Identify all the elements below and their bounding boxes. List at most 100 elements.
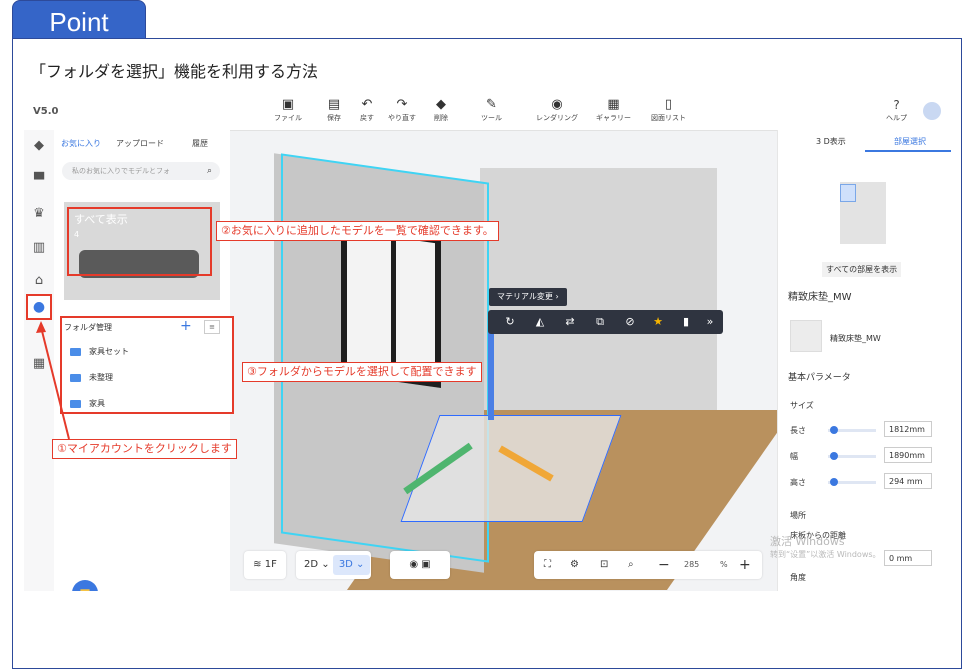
tab-room-select[interactable]: 部屋選択 [894, 136, 926, 147]
folder-menu-icon[interactable]: ≡ [204, 320, 220, 334]
furniture-icon[interactable]: ▀ [30, 173, 48, 189]
product-name: 精致床垫_MW [830, 334, 881, 343]
length-label: 長さ [790, 426, 806, 435]
folder-item[interactable]: 家具セット [70, 346, 129, 357]
fit-icon[interactable]: ⛶ [544, 551, 551, 579]
floor-plan-icon[interactable]: ◆ [30, 138, 48, 154]
product-thumbnail [790, 320, 822, 352]
size-header[interactable]: サイズ [790, 400, 814, 411]
tool-button[interactable]: ✎ ツール [481, 97, 502, 123]
gallery-icon: ▦ [607, 97, 620, 112]
width-label: 幅 [790, 452, 798, 461]
annotation-account: ①マイアカウントをクリックします [52, 439, 237, 459]
width-slider[interactable] [828, 452, 876, 460]
search-input[interactable]: 私のお気に入りでモデルとフォ ⌕ [62, 162, 220, 180]
save-button[interactable]: ▤ 保存 [327, 97, 341, 123]
document-icon: ▯ [664, 97, 673, 112]
mini-floorplan[interactable] [840, 182, 886, 244]
tab-history[interactable]: 履歴 [192, 138, 208, 149]
material-change-button[interactable]: マテリアル変更 › [489, 288, 567, 306]
focus-icon[interactable]: ⊡ [600, 551, 608, 579]
window-mullion [391, 237, 396, 378]
length-slider[interactable] [828, 426, 876, 434]
help-icon: ? [893, 98, 900, 112]
help-button[interactable]: ? ヘルプ [886, 97, 907, 123]
favorite-star-icon[interactable]: ★ [650, 314, 666, 330]
basic-params-header[interactable]: 基本パラメータ [788, 370, 851, 383]
active-tab-underline [865, 150, 951, 152]
height-slider[interactable] [828, 478, 876, 486]
copy-icon[interactable]: ⧉ [592, 314, 608, 330]
user-avatar[interactable] [923, 102, 941, 120]
view-mode-toggle[interactable]: 2D ⌄ 3D ⌄ [296, 551, 371, 579]
folder-icon [70, 373, 81, 382]
more-icon[interactable]: » [702, 314, 718, 330]
mirror-icon[interactable]: ◭ [532, 314, 548, 330]
folder-item[interactable]: 未整理 [70, 372, 113, 383]
annotation-favorites: ②お気に入りに追加したモデルを一覧で確認できます。 [216, 221, 499, 241]
wrench-icon: ✎ [486, 97, 497, 112]
folder-item[interactable]: 家具 [70, 398, 105, 409]
rotate-icon[interactable]: ↻ [502, 314, 518, 330]
render-button[interactable]: ◉ レンダリング [536, 97, 578, 123]
y-axis-gizmo[interactable] [488, 330, 494, 420]
top-toolbar: V5.0 ▣ ファイル ▤ 保存 ↶ 戻す ↷ やり直す ◆ 削除 ✎ ツール ◉ レンダリン… [24, 93, 951, 131]
selected-room[interactable] [840, 184, 856, 202]
house-icon[interactable]: ⌂ [30, 273, 48, 289]
decor-icon[interactable]: ♛ [30, 206, 48, 222]
3d-mode-button[interactable]: 3D ⌄ [332, 555, 371, 575]
tab-3d-view[interactable]: 3 D表示 [816, 136, 846, 147]
floor-selector[interactable]: ≋ 1F [244, 551, 286, 579]
zoom-in-button[interactable]: + [739, 551, 751, 579]
settings-icon[interactable]: ⚙ [570, 551, 579, 579]
place-header[interactable]: 場所 [790, 510, 806, 521]
cube-icon[interactable]: ▣ [421, 559, 430, 570]
zoom-out-button[interactable]: − [658, 551, 670, 579]
my-account-button[interactable]: ● [26, 294, 52, 320]
tab-upload[interactable]: アップロード [116, 138, 164, 149]
zoom-search-icon[interactable]: ⌕ [628, 551, 634, 579]
slider-knob[interactable] [830, 478, 838, 486]
height-input[interactable]: 294 mm [884, 473, 932, 489]
product-title: 精致床垫_MW [788, 292, 852, 303]
replace-icon[interactable]: ⇄ [562, 314, 578, 330]
hide-icon[interactable]: ⊘ [622, 314, 638, 330]
show-all-card[interactable]: すべて表示 4 [64, 202, 220, 300]
eye-icon[interactable]: ◉ [409, 559, 418, 570]
folder-manager-title: フォルダ管理 [64, 323, 112, 332]
book-icon[interactable]: ▦ [30, 356, 48, 372]
drawing-list-button[interactable]: ▯ 図面リスト [651, 97, 686, 123]
gallery-button[interactable]: ▦ ギャラリー [596, 97, 631, 123]
view-options[interactable]: ◉ ▣ [390, 551, 450, 579]
version-label: V5.0 [33, 106, 59, 117]
watermark-line: 转到“设置”以激活 Windows。 [770, 550, 881, 559]
app-screenshot: V5.0 ▣ ファイル ▤ 保存 ↶ 戻す ↷ やり直す ◆ 削除 ✎ ツール ◉ レンダリン… [24, 93, 951, 591]
tab-favorites[interactable]: お気に入り [61, 138, 101, 149]
trash-icon[interactable]: ▮ [678, 314, 694, 330]
redo-icon: ↷ [396, 97, 408, 112]
file-button[interactable]: ▣ ファイル [274, 97, 302, 123]
undo-button[interactable]: ↶ 戻す [360, 97, 374, 123]
angle-label: 角度 [790, 573, 806, 582]
highlight-box [67, 207, 212, 276]
file-icon: ▣ [281, 97, 295, 112]
zoom-value[interactable]: 285 [684, 551, 699, 579]
folder-manager: フォルダ管理 + ≡ 家具セット 未整理 家具 [60, 316, 234, 414]
redo-button[interactable]: ↷ やり直す [388, 97, 416, 123]
watermark-line: 激活 Windows [770, 535, 845, 548]
slider-knob[interactable] [830, 452, 838, 460]
delete-button[interactable]: ◆ 削除 [434, 97, 448, 123]
building-icon[interactable]: ▥ [30, 240, 48, 256]
floor-distance-input[interactable]: 0 mm [884, 550, 932, 566]
caption: 「フォルダを選択」機能を利用する方法 [30, 62, 319, 81]
search-icon: ⌕ [206, 166, 212, 176]
chat-icon[interactable]: ■ [72, 580, 98, 591]
add-folder-icon[interactable]: + [180, 318, 192, 334]
show-all-rooms-button[interactable]: すべての部屋を表示 [822, 262, 902, 277]
length-input[interactable]: 1812mm [884, 421, 932, 437]
width-input[interactable]: 1890mm [884, 447, 932, 463]
slider-knob[interactable] [830, 426, 838, 434]
annotation-folders: ③フォルダからモデルを選択して配置できます [242, 362, 482, 382]
3d-viewport[interactable]: マテリアル変更 › ↻ ◭ ⇄ ⧉ ⊘ ★ ▮ » [230, 130, 794, 591]
zoom-controls: ⛶ ⚙ ⊡ ⌕ − 285 % + [534, 551, 762, 579]
